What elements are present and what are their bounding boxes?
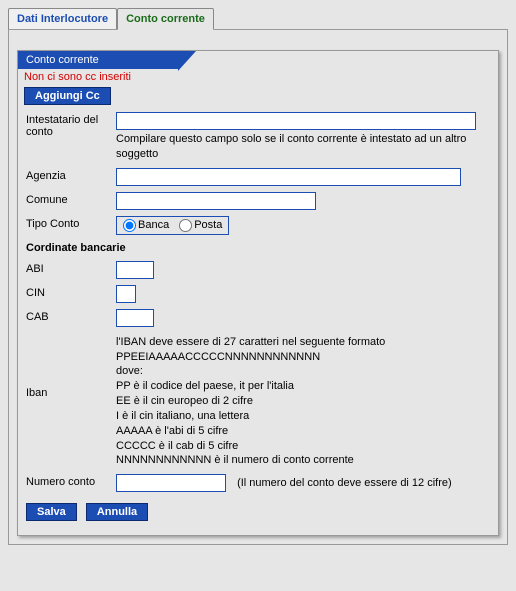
intestatario-label: Intestatario del conto — [26, 112, 116, 138]
iban-hint-line: I è il cin italiano, una lettera — [116, 409, 490, 424]
tab-panel: Conto corrente Non ci sono cc inseriti A… — [8, 29, 508, 545]
tab-dati-interlocutore[interactable]: Dati Interlocutore — [8, 8, 117, 29]
abi-input[interactable] — [116, 261, 154, 279]
iban-hint-line: dove: — [116, 364, 490, 379]
abi-label: ABI — [26, 261, 116, 275]
iban-hint-line: PPEEIAAAAACCCCCNNNNNNNNNNNN — [116, 350, 490, 365]
tab-bar: Dati Interlocutore Conto corrente — [0, 0, 516, 29]
iban-hint-line: AAAAA è l'abi di 5 cifre — [116, 424, 490, 439]
cab-input[interactable] — [116, 309, 154, 327]
add-cc-button[interactable]: Aggiungi Cc — [24, 87, 111, 105]
comune-label: Comune — [26, 192, 116, 206]
tipo-conto-label: Tipo Conto — [26, 216, 116, 230]
tipo-conto-posta-label: Posta — [194, 219, 222, 231]
iban-label: Iban — [26, 333, 116, 399]
action-bar: Salva Annulla — [18, 495, 498, 525]
tab-conto-corrente[interactable]: Conto corrente — [117, 8, 214, 30]
iban-hint: l'IBAN deve essere di 27 caratteri nel s… — [116, 335, 490, 469]
tipo-conto-posta[interactable]: Posta — [179, 219, 222, 232]
comune-input[interactable] — [116, 192, 316, 210]
save-button[interactable]: Salva — [26, 503, 77, 521]
coordinate-heading: Cordinate bancarie — [18, 238, 498, 258]
cin-input[interactable] — [116, 285, 136, 303]
agenzia-input[interactable] — [116, 168, 461, 186]
tipo-conto-banca-radio[interactable] — [123, 219, 136, 232]
agenzia-label: Agenzia — [26, 168, 116, 182]
error-message: Non ci sono cc inseriti — [18, 69, 498, 85]
intestatario-hint: Compilare questo campo solo se il conto … — [116, 132, 490, 162]
numero-conto-label: Numero conto — [26, 474, 116, 488]
tipo-conto-group: Banca Posta — [116, 216, 229, 235]
tipo-conto-posta-radio[interactable] — [179, 219, 192, 232]
iban-hint-line: EE è il cin europeo di 2 cifre — [116, 394, 490, 409]
iban-hint-line: PP è il codice del paese, it per l'itali… — [116, 379, 490, 394]
tipo-conto-banca-label: Banca — [138, 219, 169, 231]
conto-corrente-panel: Conto corrente Non ci sono cc inseriti A… — [17, 50, 499, 536]
iban-hint-line: l'IBAN deve essere di 27 caratteri nel s… — [116, 335, 490, 350]
cin-label: CIN — [26, 285, 116, 299]
cancel-button[interactable]: Annulla — [86, 503, 148, 521]
iban-hint-line: CCCCC è il cab di 5 cifre — [116, 439, 490, 454]
cab-label: CAB — [26, 309, 116, 323]
tipo-conto-banca[interactable]: Banca — [123, 219, 169, 232]
intestatario-input[interactable] — [116, 112, 476, 130]
numero-conto-input[interactable] — [116, 474, 226, 492]
numero-conto-hint: (Il numero del conto deve essere di 12 c… — [237, 477, 452, 489]
iban-hint-line: NNNNNNNNNNNN è il numero di conto corren… — [116, 453, 490, 468]
section-title: Conto corrente — [18, 51, 178, 69]
